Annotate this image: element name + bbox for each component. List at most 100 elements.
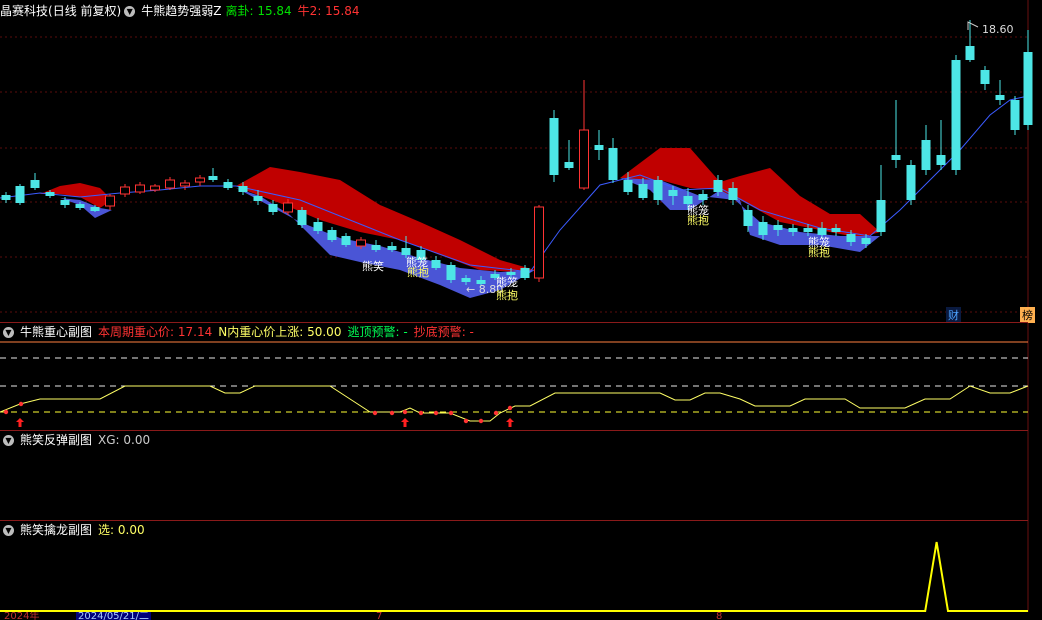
candle-body	[75, 204, 85, 208]
pane1-item2-label: N内重心价上涨	[218, 325, 300, 339]
candle-body	[283, 202, 293, 213]
signal-dot	[507, 405, 513, 411]
candlestick-chart[interactable]: 18.60← 8.80熊笑 熊笼熊抱熊笼熊抱熊笼熊抱熊笼熊抱	[0, 0, 1042, 620]
candle-body	[313, 222, 323, 231]
candle-body	[401, 248, 411, 255]
candle-body	[817, 228, 827, 235]
candle-body	[668, 190, 678, 196]
chevron-down-icon[interactable]: ▼	[3, 327, 14, 338]
candle-body	[371, 245, 381, 250]
candle-body	[60, 200, 70, 205]
candle-body	[327, 230, 337, 240]
candle-body	[120, 186, 130, 195]
buy-arrow-icon	[401, 418, 409, 427]
candle-body	[758, 222, 768, 235]
candle-body	[564, 162, 574, 168]
bear-cloud	[236, 188, 535, 298]
candle-body	[150, 185, 160, 191]
pane1-title[interactable]: 牛熊重心副图	[20, 325, 92, 339]
candle-body	[431, 260, 441, 268]
center-price-line	[0, 385, 1029, 422]
candle-body	[743, 210, 753, 226]
pane-divider[interactable]	[0, 430, 1028, 431]
candle-body	[195, 177, 205, 183]
pattern-annotation: 熊笑	[362, 259, 384, 273]
chevron-down-icon[interactable]: ▼	[3, 525, 14, 536]
candle-body	[980, 70, 990, 84]
candle-body	[165, 179, 175, 189]
pane1-item3-label: 逃顶预警	[347, 325, 396, 339]
candle-body	[506, 272, 516, 275]
candle-body	[876, 200, 886, 232]
candle-body	[1023, 52, 1033, 125]
candle-body	[846, 234, 856, 242]
date-current[interactable]: 2024/05/21/二	[76, 612, 152, 620]
candle-body	[387, 246, 397, 250]
candle-body	[341, 236, 351, 245]
candle-body	[238, 186, 248, 192]
candle-body	[297, 210, 307, 225]
candle-body	[461, 278, 471, 282]
candle-body	[356, 239, 366, 247]
pane-divider[interactable]	[0, 322, 1028, 323]
candle-body	[891, 155, 901, 160]
candle-body	[683, 196, 693, 204]
candle-body	[268, 204, 278, 212]
ma-line	[0, 95, 1029, 273]
pane3-title[interactable]: 熊笑擒龙副图	[20, 523, 92, 537]
candle-body	[105, 195, 115, 207]
candle-body	[713, 180, 723, 192]
signal-dot	[418, 410, 424, 416]
candle-body	[623, 180, 633, 192]
candle-body	[788, 228, 798, 232]
signal-dot	[372, 410, 378, 416]
candle-body	[608, 148, 618, 180]
candle-body	[831, 228, 841, 232]
signal-dot	[448, 410, 454, 416]
selection-signal-line	[0, 541, 1028, 612]
candle-body	[936, 155, 946, 165]
signal-dot	[478, 418, 484, 424]
candle-body	[30, 180, 40, 188]
pattern-annotation: 熊抱	[496, 288, 518, 302]
signal-dot	[3, 409, 9, 415]
pane1-item4-value: -	[469, 325, 474, 339]
candle-body	[698, 194, 708, 200]
candle-body	[861, 238, 871, 244]
candle-body	[549, 118, 559, 175]
signal-dot	[402, 409, 408, 415]
signal-dot	[389, 410, 395, 416]
pane3-item1-value: 0.00	[117, 523, 145, 537]
candle-body	[446, 265, 456, 280]
candle-body	[1010, 100, 1020, 130]
signal-dot	[433, 410, 439, 416]
candle-body	[520, 268, 530, 278]
pattern-annotation: 熊抱	[407, 265, 429, 279]
candle-body	[638, 184, 648, 198]
candle-body	[90, 207, 100, 211]
signal-dot	[463, 418, 469, 424]
finance-badge[interactable]: 财	[946, 307, 961, 323]
candle-body	[180, 182, 190, 187]
candle-body	[803, 228, 813, 232]
pane2-title[interactable]: 熊笑反弹副图	[20, 433, 92, 447]
date-axis: 2024年 2024/05/21/二 7 8	[0, 612, 1042, 620]
pane1-item4-label: 抄底预警	[413, 325, 462, 339]
pattern-annotation: 熊抱	[808, 245, 830, 259]
candle-body	[728, 188, 738, 200]
pane3-item1-label: 选	[98, 523, 111, 537]
ranking-badge[interactable]: 榜	[1020, 307, 1035, 323]
candle-body	[223, 182, 233, 188]
pane2-item1-label: XG	[98, 433, 116, 447]
pane3-header: ▼ 熊笑擒龙副图 选: 0.00	[0, 522, 151, 538]
candle-body	[534, 206, 544, 279]
pane1-header: ▼ 牛熊重心副图 本周期重心价: 17.14 N内重心价上涨: 50.00 逃顶预警: …	[0, 324, 480, 340]
pane-divider[interactable]	[0, 520, 1028, 521]
chevron-down-icon[interactable]: ▼	[3, 435, 14, 446]
candle-body	[208, 176, 218, 180]
signal-dot	[493, 410, 499, 416]
candle-body	[579, 129, 589, 189]
candle-body	[773, 225, 783, 230]
candle-body	[15, 186, 25, 203]
pane1-item3-value: -	[403, 325, 408, 339]
